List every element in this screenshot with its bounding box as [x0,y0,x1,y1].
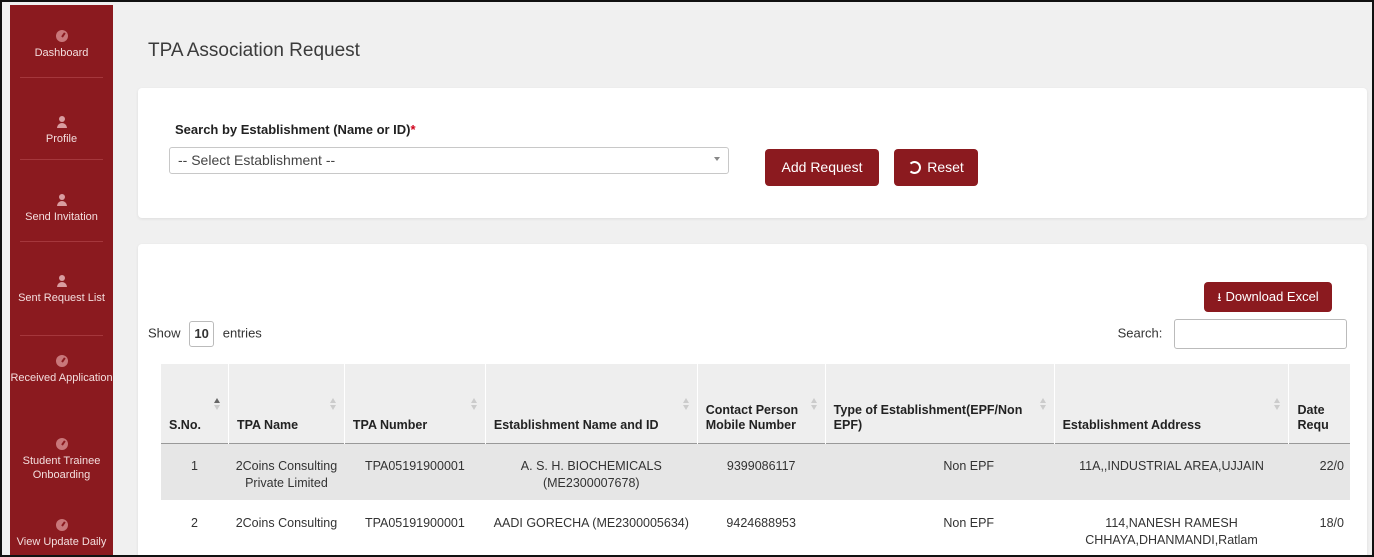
gauge-icon [55,519,68,531]
user-icon [56,194,68,206]
cell-mobile: 9399086117 [697,442,826,500]
table-search: Search: [1118,319,1347,349]
cell-type: Non EPF [825,442,1055,500]
column-header-sno[interactable]: S.No. [160,364,229,443]
cell-establishment: AADI GORECHA (ME2300005634) [485,499,698,555]
required-mark: * [410,122,416,137]
sort-icon [1274,398,1281,410]
user-icon [56,116,68,128]
entries-label: entries [222,325,262,341]
search-label: Search by Establishment (Name or ID)* [175,122,416,137]
sidebar-item-profile[interactable]: Profile [10,116,113,146]
sidebar-item-label: Dashboard [34,47,89,59]
entries-select[interactable]: 10 [189,321,215,347]
cell-type: Non EPF [825,499,1055,555]
gauge-icon [55,30,68,42]
sidebar: Dashboard Profile Send Invitation Sent R… [10,5,113,555]
column-header-type-establishment[interactable]: Type of Establishment(EPF/Non EPF) [824,364,1055,443]
cell-date: 18/0 [1288,499,1350,555]
sidebar-item-label: Profile [45,133,78,145]
show-entries: Show 10 entries [148,321,262,347]
show-label: Show [148,325,181,341]
tpa-table: S.No. TPA Name TPA Number Establishment … [160,364,1350,555]
sort-icon [470,398,477,410]
sidebar-divider [20,159,103,160]
table-card: ⭳ Download Excel Show 10 entries Search: … [138,244,1367,555]
reset-button-label: Reset [927,159,964,175]
cell-tpa-name: 2Coins Consulting Private Limited [228,442,345,500]
gauge-icon [55,438,68,450]
cell-address: 11A,,INDUSTRIAL AREA,UJJAIN [1054,442,1289,500]
sidebar-item-student-trainee-onboarding[interactable]: Student Trainee Onboarding [10,438,113,482]
sidebar-divider [20,241,103,242]
sidebar-divider [20,77,103,78]
search-card: Search by Establishment (Name or ID)* --… [138,88,1367,218]
cell-address: 114,NANESH RAMESH CHHAYA,DHANMANDI,Ratla… [1054,499,1289,555]
download-icon: ⭳ [1217,290,1222,304]
column-header-establishment-address[interactable]: Establishment Address [1053,364,1289,443]
chevron-down-icon [714,157,720,161]
cell-date: 22/0 [1288,442,1350,500]
sidebar-item-label: Sent Request List [18,292,105,304]
column-header-establishment[interactable]: Establishment Name and ID [484,364,698,443]
sidebar-item-label: View Update Daily [16,536,107,548]
search-label-text: Search by Establishment (Name or ID) [175,122,411,137]
sidebar-item-sent-request-list[interactable]: Sent Request List [10,275,113,305]
user-icon [56,275,68,287]
column-header-contact-mobile[interactable]: Contact Person Mobile Number [696,364,826,443]
sidebar-divider [20,335,103,336]
sidebar-item-label: Student Trainee Onboarding [22,455,101,481]
sort-icon [329,398,336,410]
cell-mobile: 9424688953 [697,499,826,555]
table-row: 2 2Coins Consulting TPA05191900001 AADI … [160,499,1350,555]
sort-icon [213,398,220,410]
add-request-button[interactable]: Add Request [765,149,879,186]
establishment-select-value: -- Select Establishment -- [178,152,336,168]
sidebar-item-send-invitation[interactable]: Send Invitation [10,194,113,224]
sidebar-item-received-application[interactable]: Received Application [10,355,113,385]
search-input-label: Search: [1117,325,1163,341]
download-excel-button[interactable]: ⭳ Download Excel [1204,282,1332,312]
download-excel-label: Download Excel [1225,289,1319,304]
establishment-select[interactable]: -- Select Establishment -- [169,147,729,174]
cell-tpa-name: 2Coins Consulting [228,499,345,555]
gauge-icon [55,355,68,367]
sidebar-item-label: Send Invitation [25,211,98,223]
page-title: TPA Association Request [148,40,360,61]
sort-icon [1039,398,1046,410]
cell-tpa-number: TPA05191900001 [344,499,486,555]
sort-icon [810,398,817,410]
app-frame: Dashboard Profile Send Invitation Sent R… [0,0,1374,557]
sidebar-item-label: Received Application [10,372,113,384]
column-header-tpa-number[interactable]: TPA Number [343,364,486,443]
sort-icon [682,398,689,410]
cell-establishment: A. S. H. BIOCHEMICALS (ME2300007678) [485,442,698,500]
cell-sno: 2 [160,499,229,555]
table-row: 1 2Coins Consulting Private Limited TPA0… [160,442,1350,500]
sidebar-item-dashboard[interactable]: Dashboard [10,30,113,60]
cell-tpa-number: TPA05191900001 [344,442,486,500]
refresh-icon [908,161,922,174]
cell-sno: 1 [160,442,229,500]
sidebar-item-view-update-daily[interactable]: View Update Daily [10,519,113,549]
column-header-tpa-name[interactable]: TPA Name [227,364,345,443]
search-input[interactable] [1174,319,1347,349]
reset-button[interactable]: Reset [894,149,978,186]
column-header-date-requested[interactable]: Date Requ [1288,364,1350,443]
